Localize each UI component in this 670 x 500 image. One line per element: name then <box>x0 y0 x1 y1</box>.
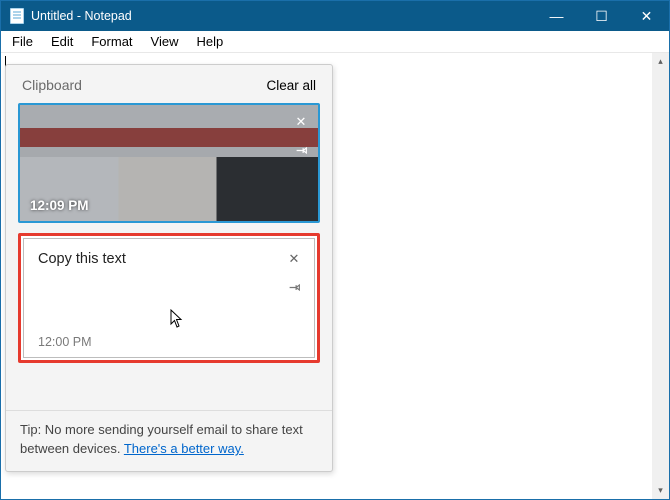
clipboard-item-text[interactable]: Copy this text 12:00 PM ✕ <box>18 233 320 363</box>
scroll-track[interactable] <box>652 70 669 482</box>
clipboard-item-timestamp: 12:00 PM <box>38 335 300 349</box>
maximize-button[interactable]: ☐ <box>579 1 624 31</box>
menu-view[interactable]: View <box>142 32 188 51</box>
scroll-down-icon[interactable]: ▾ <box>652 482 669 499</box>
minimize-button[interactable]: — <box>534 1 579 31</box>
vertical-scrollbar[interactable]: ▴ ▾ <box>652 53 669 499</box>
menu-format[interactable]: Format <box>82 32 141 51</box>
titlebar[interactable]: Untitled - Notepad — ☐ ✕ <box>1 1 669 31</box>
editor-area[interactable]: ▴ ▾ Clipboard Clear all 12:09 PM ✕ <box>1 53 669 499</box>
clipboard-tip: Tip: No more sending yourself email to s… <box>6 410 332 471</box>
clipboard-header: Clipboard Clear all <box>6 65 332 103</box>
menu-help[interactable]: Help <box>187 32 232 51</box>
scroll-up-icon[interactable]: ▴ <box>652 53 669 70</box>
clipboard-items: 12:09 PM ✕ Copy this text <box>6 103 332 410</box>
menubar: File Edit Format View Help <box>1 31 669 53</box>
delete-item-icon[interactable]: ✕ <box>283 248 305 270</box>
clipboard-title: Clipboard <box>22 77 82 93</box>
menu-edit[interactable]: Edit <box>42 32 82 51</box>
pin-item-icon[interactable] <box>290 139 312 161</box>
notepad-window: Untitled - Notepad — ☐ ✕ File Edit Forma… <box>0 0 670 500</box>
close-button[interactable]: ✕ <box>624 1 669 31</box>
window-title: Untitled - Notepad <box>31 9 132 23</box>
clipboard-item-image[interactable]: 12:09 PM ✕ <box>18 103 320 223</box>
cursor-icon <box>170 309 184 329</box>
pin-item-icon[interactable] <box>283 276 305 298</box>
clipboard-panel: Clipboard Clear all 12:09 PM ✕ <box>5 64 333 472</box>
menu-file[interactable]: File <box>3 32 42 51</box>
clear-all-button[interactable]: Clear all <box>266 78 316 93</box>
clipboard-item-timestamp: 12:09 PM <box>30 198 89 213</box>
tip-link[interactable]: There's a better way. <box>124 441 244 456</box>
delete-item-icon[interactable]: ✕ <box>290 111 312 133</box>
clipboard-text-content: Copy this text <box>38 251 300 267</box>
notepad-icon <box>9 8 25 24</box>
